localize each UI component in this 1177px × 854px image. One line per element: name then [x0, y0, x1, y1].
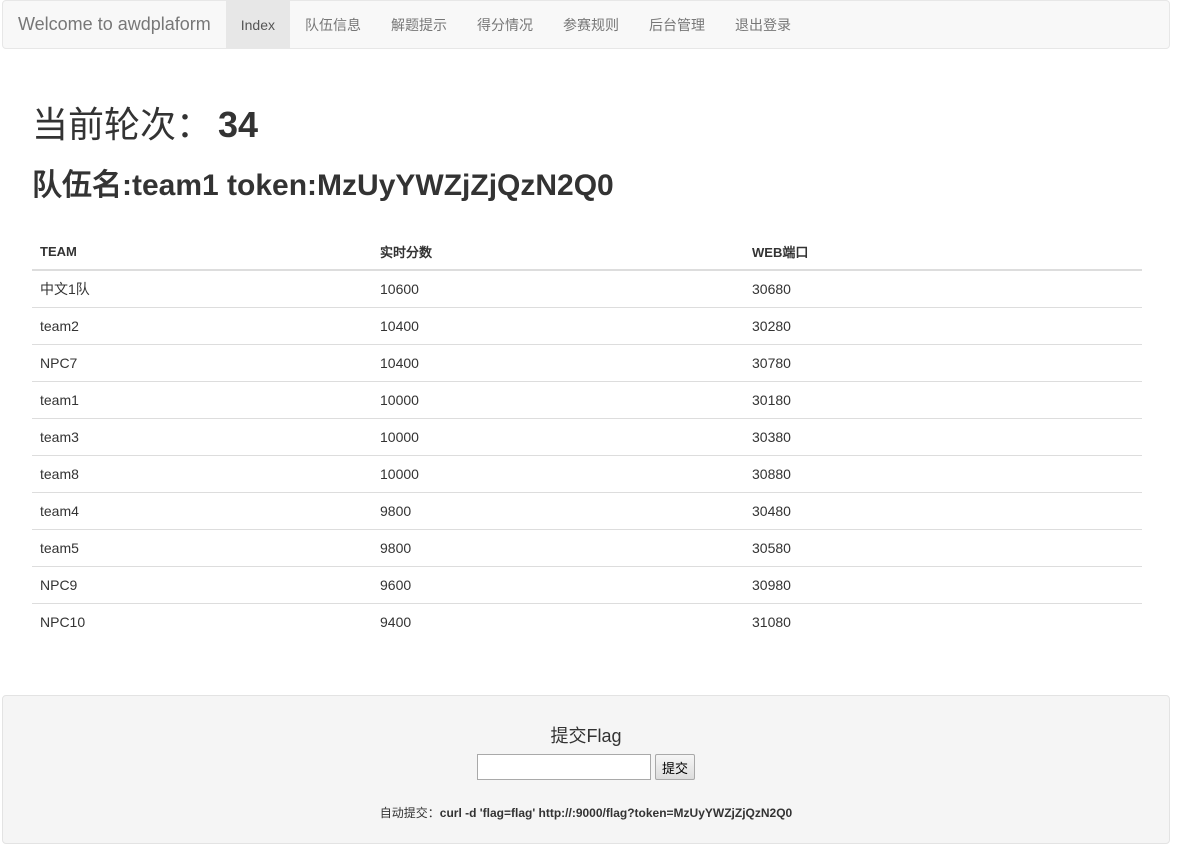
team-token-heading: 队伍名:team1 token:MzUyYWZjZjQzN2Q0: [32, 169, 614, 202]
team-cell: team4: [32, 492, 372, 530]
table-row: team5 9800 30580: [32, 529, 1142, 567]
table-row: 中文1队 10600 30680: [32, 270, 1142, 308]
table-row: NPC7 10400 30780: [32, 344, 1142, 382]
flag-form: 提交: [3, 754, 1169, 780]
score-cell: 9800: [372, 492, 744, 530]
nav-item-hints[interactable]: 解题提示: [376, 0, 462, 49]
team-cell: NPC7: [32, 344, 372, 382]
auto-submit-label: 自动提交：: [379, 806, 440, 820]
current-round-heading: 当前轮次： 34: [32, 100, 258, 150]
table-row: NPC10 9400 31080: [32, 603, 1142, 640]
score-cell: 9800: [372, 529, 744, 567]
nav-item-admin[interactable]: 后台管理: [634, 0, 720, 49]
auto-submit-command: curl -d 'flag=flag' http://:9000/flag?to…: [439, 806, 793, 820]
table-row: NPC9 9600 30980: [32, 566, 1142, 604]
port-cell: 30480: [744, 492, 1142, 530]
port-cell: 30680: [752, 281, 791, 297]
nav-item-rules[interactable]: 参赛规则: [548, 0, 634, 49]
team-cell: team3: [32, 418, 372, 456]
team-cell: 中文1队: [40, 281, 90, 297]
table-header-row: TEAM 实时分数 WEB端口: [32, 234, 1142, 271]
score-cell: 10600: [380, 281, 419, 297]
flag-submit-button[interactable]: 提交: [654, 754, 695, 780]
flag-submit-panel: 提交Flag 提交 自动提交：curl -d 'flag=flag' http:…: [2, 695, 1170, 844]
scoreboard-table: TEAM 实时分数 WEB端口 中文1队 10600 30680 team2 1…: [32, 234, 1142, 640]
current-round-value: 34: [218, 104, 259, 145]
auto-submit-hint: 自动提交：curl -d 'flag=flag' http://:9000/fl…: [3, 804, 1169, 821]
navbar: Welcome to awdplaform Index 队伍信息 解题提示 得分…: [2, 0, 1170, 49]
team-cell: team8: [32, 455, 372, 493]
column-header-web-port: WEB端口: [744, 234, 1142, 271]
team-cell: team5: [32, 529, 372, 567]
column-header-score: 实时分数: [372, 234, 744, 271]
column-header-team: TEAM: [32, 234, 372, 271]
score-cell: 10400: [372, 307, 744, 345]
score-cell: 10000: [372, 418, 744, 456]
score-cell: 9600: [372, 566, 744, 604]
port-cell: 30580: [744, 529, 1142, 567]
table-row: team8 10000 30880: [32, 455, 1142, 493]
brand-link[interactable]: Welcome to awdplaform: [3, 0, 226, 49]
table-row: team3 10000 30380: [32, 418, 1142, 456]
port-cell: 31080: [744, 603, 1142, 640]
nav-item-index[interactable]: Index: [225, 0, 290, 49]
team-cell: NPC10: [32, 603, 372, 640]
port-cell: 30180: [744, 381, 1142, 419]
nav-item-scores[interactable]: 得分情况: [462, 0, 548, 49]
port-cell: 30780: [744, 344, 1142, 382]
port-cell: 30280: [744, 307, 1142, 345]
team-cell: team1: [32, 381, 372, 419]
score-cell: 9400: [372, 603, 744, 640]
score-cell: 10000: [372, 455, 744, 493]
score-cell: 10400: [372, 344, 744, 382]
port-cell: 30980: [744, 566, 1142, 604]
port-cell: 30880: [744, 455, 1142, 493]
port-cell: 30380: [744, 418, 1142, 456]
team-cell: NPC9: [32, 566, 372, 604]
flag-input[interactable]: [476, 754, 651, 780]
score-cell: 10000: [372, 381, 744, 419]
table-row: team2 10400 30280: [32, 307, 1142, 345]
table-row: team1 10000 30180: [32, 381, 1142, 419]
nav-item-logout[interactable]: 退出登录: [720, 0, 806, 49]
table-row: team4 9800 30480: [32, 492, 1142, 530]
nav-item-team-info[interactable]: 队伍信息: [290, 0, 376, 49]
team-cell: team2: [32, 307, 372, 345]
flag-panel-title: 提交Flag: [550, 726, 622, 746]
current-round-label: 当前轮次：: [32, 104, 213, 145]
